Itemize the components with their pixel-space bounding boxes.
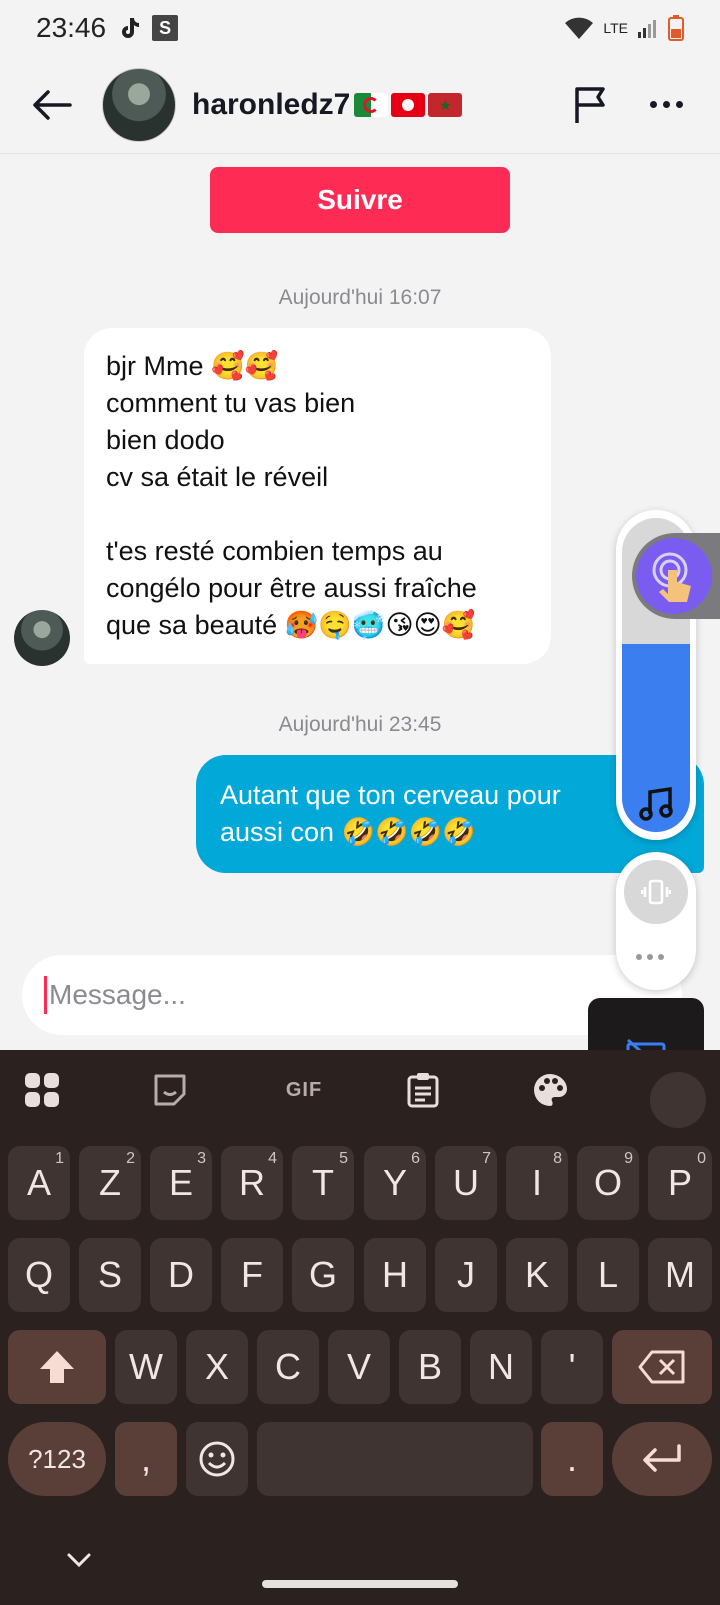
keyboard: GIF A1 Z2 E3 R4 T5 Y6 U7 I8 O9 P0 Q S D … [0, 1050, 720, 1605]
key-v[interactable]: V [328, 1330, 390, 1404]
key-a[interactable]: A1 [8, 1146, 70, 1220]
message-timestamp: Aujourd'hui 23:45 [278, 713, 442, 736]
key-apostrophe[interactable]: ' [541, 1330, 603, 1404]
incoming-message-bubble[interactable]: bjr Mme 🥰🥰 comment tu vas bien bien dodo… [84, 328, 551, 664]
back-arrow-icon [33, 89, 72, 120]
key-b[interactable]: B [399, 1330, 461, 1404]
key-s[interactable]: S [79, 1238, 141, 1312]
tunisia-flag-icon [391, 92, 426, 117]
emoji-key[interactable] [186, 1422, 248, 1496]
algeria-flag-icon [354, 92, 389, 117]
vibrate-icon [641, 879, 671, 905]
status-bar: 23:46 S LTE [0, 0, 720, 56]
tiktok-notification-icon [122, 18, 140, 38]
more-dot-icon [649, 101, 657, 108]
flag-emojis [354, 92, 463, 117]
theme-palette-icon[interactable] [530, 1070, 570, 1110]
key-e[interactable]: E3 [150, 1146, 212, 1220]
flag-icon [575, 86, 605, 123]
home-indicator[interactable] [262, 1580, 458, 1588]
sound-mode-panel [616, 852, 696, 990]
shift-key[interactable] [8, 1330, 106, 1404]
chat-header: haronledz7 [0, 56, 720, 154]
space-key[interactable] [257, 1422, 533, 1496]
enter-key[interactable] [612, 1422, 712, 1496]
key-c[interactable]: C [257, 1330, 319, 1404]
vibrate-button[interactable] [624, 860, 688, 924]
sticker-icon[interactable] [150, 1070, 190, 1110]
text-cursor [44, 976, 47, 1014]
key-f[interactable]: F [221, 1238, 283, 1312]
profile-avatar[interactable] [102, 67, 176, 142]
shift-arrow-icon [40, 1351, 74, 1383]
more-sound-options-button[interactable] [636, 954, 664, 960]
key-g[interactable]: G [292, 1238, 354, 1312]
signal-icon [638, 20, 656, 38]
key-z[interactable]: Z2 [79, 1146, 141, 1220]
back-button[interactable] [24, 77, 80, 133]
apps-grid-icon[interactable] [22, 1070, 62, 1110]
tap-hand-icon [652, 552, 691, 602]
symbols-key[interactable]: ?123 [8, 1422, 106, 1496]
key-x[interactable]: X [186, 1330, 248, 1404]
emoji-icon [199, 1441, 235, 1477]
key-o[interactable]: O9 [577, 1146, 639, 1220]
keyboard-collapse-chevron-icon[interactable] [64, 1550, 94, 1570]
backspace-icon [638, 1350, 685, 1384]
microphone-button[interactable] [650, 1072, 706, 1128]
key-i[interactable]: I8 [506, 1146, 568, 1220]
key-j[interactable]: J [435, 1238, 497, 1312]
message-timestamp: Aujourd'hui 16:07 [278, 286, 442, 309]
morocco-flag-icon [428, 92, 463, 117]
key-k[interactable]: K [506, 1238, 568, 1312]
backspace-key[interactable] [612, 1330, 712, 1404]
key-q[interactable]: Q [8, 1238, 70, 1312]
music-note-icon [639, 786, 673, 821]
key-n[interactable]: N [470, 1330, 532, 1404]
key-p[interactable]: P0 [648, 1146, 712, 1220]
more-options-button[interactable] [638, 81, 694, 129]
assistive-touch-button[interactable] [632, 533, 720, 619]
wifi-icon [565, 17, 594, 39]
report-button[interactable] [568, 81, 616, 129]
key-l[interactable]: L [577, 1238, 639, 1312]
key-t[interactable]: T5 [292, 1146, 354, 1220]
clipboard-icon[interactable] [403, 1070, 443, 1110]
key-u[interactable]: U7 [435, 1146, 497, 1220]
key-h[interactable]: H [364, 1238, 426, 1312]
comma-key[interactable]: , [115, 1422, 177, 1496]
gif-button[interactable]: GIF [274, 1070, 334, 1110]
profile-username[interactable]: haronledz7 [192, 88, 463, 122]
sender-avatar[interactable] [14, 610, 70, 666]
key-w[interactable]: W [115, 1330, 177, 1404]
network-type: LTE [603, 20, 628, 36]
s-notification-icon: S [152, 15, 179, 41]
key-d[interactable]: D [150, 1238, 212, 1312]
battery-icon [668, 15, 684, 41]
keyboard-toolbar: GIF [0, 1050, 720, 1130]
key-y[interactable]: Y6 [364, 1146, 426, 1220]
message-input[interactable] [49, 979, 609, 1011]
key-m[interactable]: M [648, 1238, 712, 1312]
key-r[interactable]: R4 [221, 1146, 283, 1220]
message-composer[interactable] [22, 955, 682, 1035]
follow-button[interactable]: Suivre [210, 167, 510, 233]
period-key[interactable]: . [541, 1422, 603, 1496]
enter-arrow-icon [643, 1444, 681, 1472]
status-time: 23:46 [36, 12, 107, 43]
